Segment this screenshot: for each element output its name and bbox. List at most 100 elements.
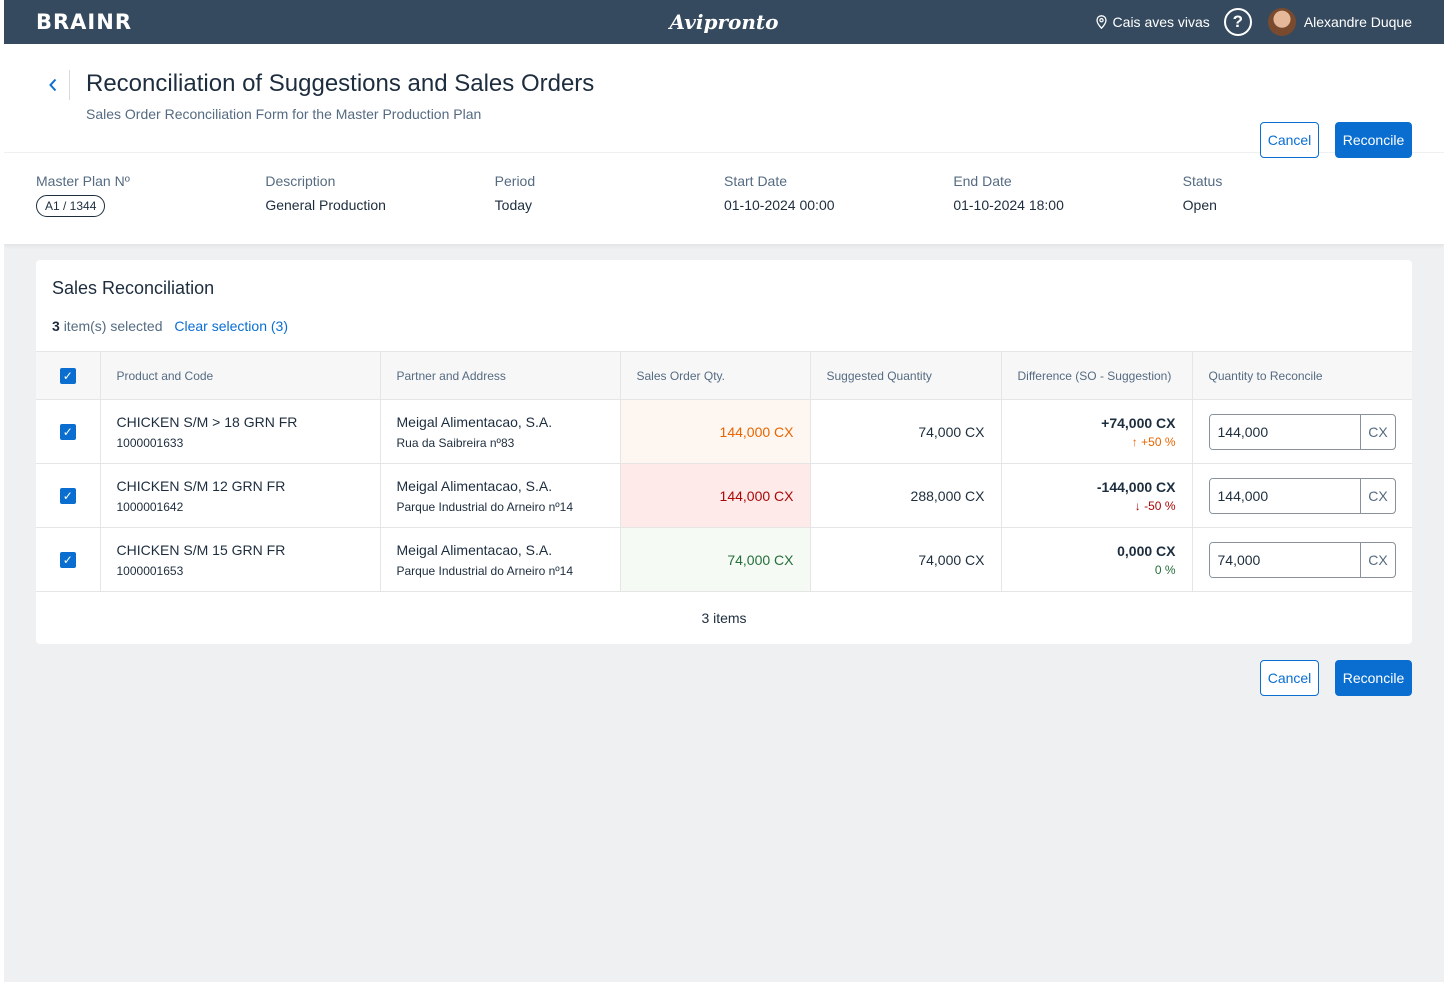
cancel-button-bottom[interactable]: Cancel: [1260, 660, 1319, 696]
avatar[interactable]: [1267, 8, 1296, 36]
row-checkbox[interactable]: ✓: [59, 424, 76, 440]
difference-cell: -144,000 CX ↓ -50 %: [1001, 463, 1193, 528]
difference-percent: ↓ -50 %: [1018, 499, 1176, 513]
arrow-up-icon: ↑: [1131, 434, 1138, 449]
quantity-field: CX: [1208, 541, 1396, 578]
partner-cell: Meigal Alimentacao, S.A. Rua da Saibreir…: [380, 399, 621, 464]
select-all-checkbox[interactable]: ✓: [59, 367, 76, 384]
difference-percent: 0 %: [1018, 563, 1176, 577]
location-label: Cais aves vivas: [1112, 14, 1210, 30]
end-date-value: 01-10-2024 18:00: [953, 197, 1064, 213]
quantity-input[interactable]: [1209, 414, 1360, 449]
unit-label: CX: [1360, 414, 1395, 449]
so-qty-cell: 144,000 CX: [620, 463, 811, 528]
chevron-left-icon: [48, 78, 56, 92]
app-frame: BRAINR Avipronto Cais aves vivas ? Alexa…: [4, 0, 1444, 982]
selection-info: 3 item(s) selected Clear selection (3): [52, 318, 288, 334]
clear-selection-link[interactable]: Clear selection (3): [174, 318, 288, 334]
quantity-cell: CX: [1192, 527, 1412, 592]
difference-value: -144,000 CX: [1096, 478, 1176, 495]
reconcile-button-bottom[interactable]: Reconcile: [1335, 660, 1412, 696]
period-value: Today: [494, 197, 533, 213]
quantity-input[interactable]: [1209, 542, 1360, 577]
cancel-button[interactable]: Cancel: [1260, 122, 1319, 158]
suggested-qty-cell: 74,000 CX: [810, 527, 1002, 592]
card-title: Sales Reconciliation: [52, 278, 215, 298]
partner-cell: Meigal Alimentacao, S.A. Parque Industri…: [380, 463, 621, 528]
product-name: CHICKEN S/M > 18 GRN FR: [116, 413, 298, 430]
help-icon[interactable]: ?: [1223, 8, 1252, 36]
difference-cell: +74,000 CX ↑ +50 %: [1001, 399, 1193, 464]
header-actions: Cancel Reconcile: [1260, 122, 1412, 158]
quantity-field: CX: [1208, 413, 1396, 450]
table-header-row: ✓ Product and Code Partner and Address S…: [36, 351, 1412, 400]
table-row[interactable]: ✓ CHICKEN S/M 12 GRN FR 1000001642 Meiga…: [36, 463, 1412, 528]
end-date-label: End Date: [953, 173, 1012, 189]
select-all-cell: ✓: [36, 351, 101, 400]
column-header-so-qty[interactable]: Sales Order Qty.: [620, 351, 811, 400]
reconcile-button[interactable]: Reconcile: [1335, 122, 1412, 158]
company-logo: Avipronto: [669, 10, 779, 34]
partner-name: Meigal Alimentacao, S.A.: [396, 413, 553, 430]
start-date-label: Start Date: [723, 173, 788, 189]
description-value: General Production: [265, 197, 386, 213]
product-name: CHICKEN S/M 15 GRN FR: [116, 541, 286, 558]
info-status: Status Open: [1183, 173, 1412, 244]
user-name[interactable]: Alexandre Duque: [1304, 14, 1412, 30]
reconciliation-table: ✓ Product and Code Partner and Address S…: [36, 351, 1412, 644]
info-start-date: Start Date 01-10-2024 00:00: [724, 173, 953, 244]
arrow-down-icon: ↓: [1134, 498, 1141, 513]
column-header-to-reconcile[interactable]: Quantity to Reconcile: [1192, 351, 1412, 400]
back-button[interactable]: [36, 70, 70, 100]
quantity-input[interactable]: [1209, 478, 1360, 513]
selected-count: 3: [52, 318, 60, 334]
location-selector[interactable]: Cais aves vivas: [1095, 14, 1210, 30]
master-plan-label: Master Plan Nº: [36, 173, 130, 189]
product-cell: CHICKEN S/M 15 GRN FR 1000001653: [100, 527, 381, 592]
partner-address: Parque Industrial do Arneiro nº14: [396, 499, 574, 514]
product-code: 1000001633: [116, 435, 184, 450]
suggested-qty-cell: 74,000 CX: [810, 399, 1002, 464]
product-cell: CHICKEN S/M 12 GRN FR 1000001642: [100, 463, 381, 528]
column-header-product[interactable]: Product and Code: [100, 351, 381, 400]
page-subtitle: Sales Order Reconciliation Form for the …: [86, 106, 482, 122]
product-code: 1000001642: [116, 499, 184, 514]
item-count: 3 items: [36, 591, 1412, 644]
info-period: Period Today: [495, 173, 724, 244]
percent-label: 0 %: [1154, 562, 1176, 577]
sales-reconciliation-card: Sales Reconciliation 3 item(s) selected …: [36, 260, 1412, 644]
column-header-partner[interactable]: Partner and Address: [380, 351, 621, 400]
product-name: CHICKEN S/M 12 GRN FR: [116, 477, 286, 494]
column-header-suggested[interactable]: Suggested Quantity: [810, 351, 1002, 400]
quantity-cell: CX: [1192, 399, 1412, 464]
selected-text: item(s) selected: [63, 318, 163, 334]
footer-actions: Cancel Reconcile: [1260, 660, 1412, 696]
percent-label: +50 %: [1141, 434, 1176, 449]
plan-info: Master Plan Nº A1 / 1344 Description Gen…: [4, 152, 1444, 244]
table-row[interactable]: ✓ CHICKEN S/M > 18 GRN FR 1000001633 Mei…: [36, 399, 1412, 464]
page-title: Reconciliation of Suggestions and Sales …: [86, 70, 595, 97]
page-header: Reconciliation of Suggestions and Sales …: [4, 44, 1444, 158]
difference-cell: 0,000 CX 0 %: [1001, 527, 1193, 592]
location-pin-icon: [1095, 15, 1107, 29]
row-checkbox[interactable]: ✓: [59, 552, 76, 568]
master-plan-badge: A1 / 1344: [36, 195, 106, 217]
row-select-cell: ✓: [36, 399, 101, 464]
row-select-cell: ✓: [36, 463, 101, 528]
start-date-value: 01-10-2024 00:00: [723, 197, 835, 213]
brand-logo[interactable]: BRAINR: [36, 10, 132, 34]
info-master-plan: Master Plan Nº A1 / 1344: [36, 173, 265, 244]
column-header-difference[interactable]: Difference (SO - Suggestion): [1001, 351, 1193, 400]
status-label: Status: [1182, 173, 1223, 189]
info-description: Description General Production: [265, 173, 494, 244]
partner-address: Parque Industrial do Arneiro nº14: [396, 563, 574, 578]
partner-address: Rua da Saibreira nº83: [396, 435, 515, 450]
status-value: Open: [1182, 197, 1217, 213]
info-end-date: End Date 01-10-2024 18:00: [953, 173, 1182, 244]
row-checkbox[interactable]: ✓: [59, 488, 76, 504]
quantity-field: CX: [1208, 477, 1396, 514]
product-code: 1000001653: [116, 563, 184, 578]
shell-bar: BRAINR Avipronto Cais aves vivas ? Alexa…: [4, 0, 1444, 44]
unit-label: CX: [1360, 542, 1395, 577]
table-row[interactable]: ✓ CHICKEN S/M 15 GRN FR 1000001653 Meiga…: [36, 527, 1412, 592]
